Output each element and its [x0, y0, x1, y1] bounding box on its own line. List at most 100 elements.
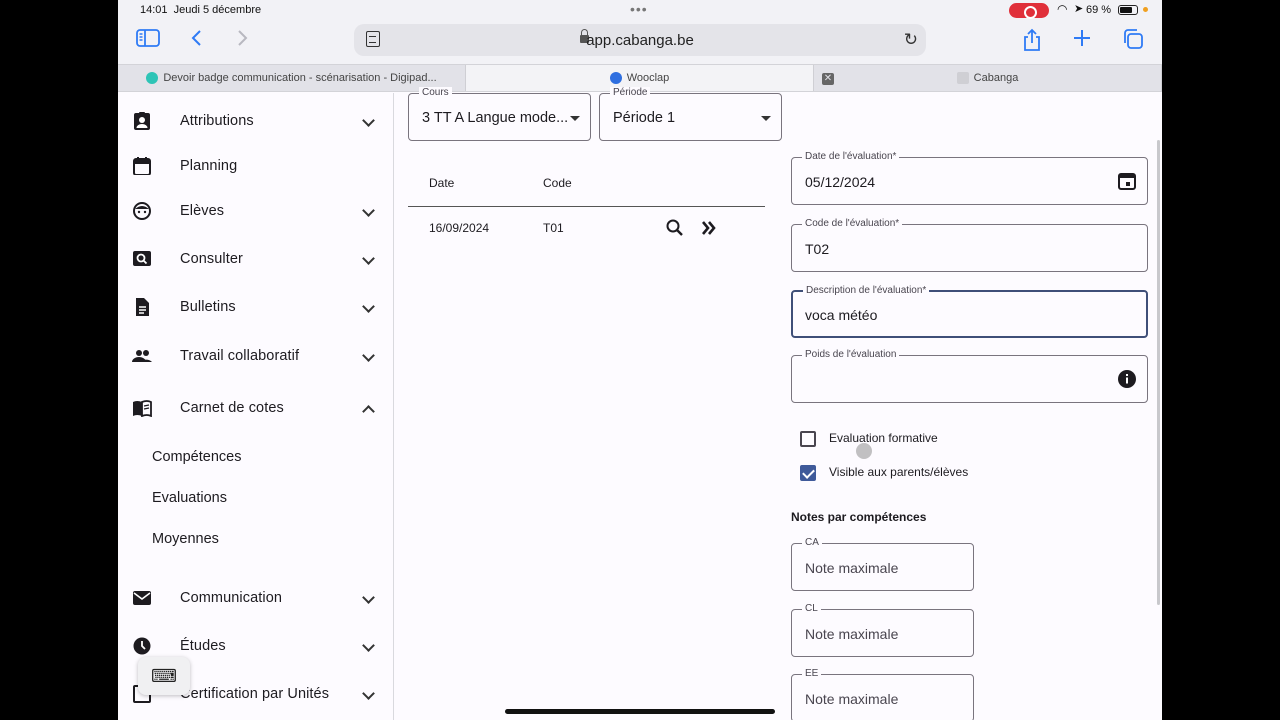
tab-label: Devoir badge communication - scénarisati… [163, 72, 437, 84]
url-text: app.cabanga.be [586, 32, 694, 49]
search-icon[interactable] [664, 217, 686, 239]
dropdown-arrow-icon [761, 116, 771, 121]
chevron-down-icon [362, 639, 375, 652]
home-indicator[interactable] [505, 709, 775, 714]
course-select[interactable]: Cours 3 TT A Langue mode... [408, 87, 591, 141]
course-select-label: Cours [419, 87, 452, 98]
formative-checkbox[interactable] [800, 431, 816, 447]
chevron-down-icon [362, 204, 375, 217]
sidebar-item-carnet-de-cotes[interactable]: Carnet de cotes [118, 388, 394, 428]
chevron-down-icon [362, 300, 375, 313]
keyboard-icon[interactable]: ⌨ [138, 657, 190, 695]
sidebar-item-label: Bulletins [180, 299, 236, 315]
double-chevron-right-icon[interactable] [698, 217, 720, 239]
sidebar-item-label: Planning [180, 158, 238, 174]
sidebar-item-bulletins[interactable]: Bulletins [118, 287, 394, 327]
column-header-date[interactable]: Date [429, 176, 454, 190]
visible-checkbox-label[interactable]: Visible aux parents/élèves [829, 465, 968, 479]
digipad-favicon-icon [146, 72, 159, 84]
multitasking-dots-icon[interactable]: ••• [630, 1, 648, 17]
share-icon[interactable] [1018, 28, 1046, 54]
row-date: 16/09/2024 [429, 221, 490, 235]
battery-icon [1118, 5, 1138, 15]
sidebar-subitem-moyennes[interactable]: Moyennes [152, 531, 219, 547]
document-icon [136, 298, 149, 316]
sidebar-subitem-competences[interactable]: Compétences [152, 449, 241, 465]
sidebar-item-label: Études [180, 638, 226, 654]
info-icon[interactable] [1117, 369, 1137, 389]
evaluation-description-value: voca météo [805, 307, 878, 323]
battery-percentage: 69 % [1086, 4, 1112, 16]
ipad-screen: 14:01 Jeudi 5 décembre ••• ◠ ➤ 69 % app.… [118, 0, 1162, 720]
address-bar[interactable]: app.cabanga.be ↻ [354, 24, 926, 56]
main-content: Cours 3 TT A Langue mode... Période Péri… [395, 87, 1162, 720]
reload-icon[interactable]: ↻ [904, 30, 918, 50]
sidebar-item-label: Travail collaboratif [180, 348, 300, 364]
browser-tab-cabanga[interactable]: ✕ Cabanga [814, 65, 1162, 91]
sidebar-subitem-evaluations[interactable]: Evaluations [152, 490, 227, 506]
tabs-overview-icon[interactable] [1119, 28, 1147, 54]
screen-recording-icon [1009, 3, 1049, 19]
status-date: Jeudi 5 décembre [173, 4, 262, 16]
calendar-icon[interactable] [1117, 171, 1137, 191]
sidebar: Attributions Planning Elèves Consulter B… [118, 93, 394, 720]
evaluation-weight-field[interactable]: Poids de l'évaluation [791, 349, 1148, 403]
competences-section-title: Notes par compétences [791, 510, 927, 524]
status-time: 14:01 Jeudi 5 décembre [140, 4, 262, 16]
evaluation-weight-label: Poids de l'évaluation [802, 349, 900, 360]
screen-search-icon [133, 251, 151, 266]
period-select-value: Période 1 [613, 110, 676, 126]
close-tab-icon[interactable]: ✕ [822, 73, 834, 85]
sidebar-toggle-icon[interactable] [134, 28, 162, 54]
back-icon[interactable] [183, 28, 211, 54]
calendar-icon [133, 157, 151, 175]
sidebar-item-label: Consulter [180, 251, 243, 267]
competence-label: CL [802, 603, 821, 614]
sidebar-item-attributions[interactable]: Attributions [118, 101, 394, 141]
sidebar-item-eleves[interactable]: Elèves [118, 191, 394, 231]
competence-placeholder: Note maximale [805, 626, 899, 642]
competence-ee-field[interactable]: EE Note maximale [791, 668, 974, 720]
chevron-down-icon [362, 252, 375, 265]
evaluation-code-field[interactable]: Code de l'évaluation* T02 [791, 218, 1148, 272]
chevron-down-icon [362, 687, 375, 700]
formative-checkbox-label[interactable]: Evaluation formative [829, 431, 938, 445]
evaluation-description-field[interactable]: Description de l'évaluation* voca météo [791, 285, 1148, 338]
forward-icon[interactable] [228, 28, 256, 54]
browser-tab-digipad[interactable]: Devoir badge communication - scénarisati… [118, 65, 466, 91]
evaluation-description-label: Description de l'évaluation* [803, 285, 930, 296]
sidebar-item-communication[interactable]: Communication [118, 578, 394, 618]
evaluations-table-header: Date Code [408, 173, 765, 207]
new-tab-icon[interactable] [1068, 28, 1096, 54]
clipboard-account-icon [134, 112, 150, 130]
chevron-up-icon [362, 405, 375, 418]
competence-placeholder: Note maximale [805, 691, 899, 707]
sidebar-item-label: Attributions [180, 113, 254, 129]
wifi-icon: ◠ [1057, 2, 1068, 16]
evaluation-date-field[interactable]: Date de l'évaluation* 05/12/2024 [791, 151, 1148, 205]
sidebar-item-travail-collaboratif[interactable]: Travail collaboratif [118, 336, 394, 376]
sidebar-item-label: Carnet de cotes [180, 400, 284, 416]
table-row[interactable]: 16/09/2024 T01 [408, 207, 765, 249]
competence-cl-field[interactable]: CL Note maximale [791, 603, 974, 657]
evaluation-date-value: 05/12/2024 [805, 174, 876, 190]
sidebar-item-consulter[interactable]: Consulter [118, 239, 394, 279]
tab-label: Wooclap [626, 72, 670, 84]
cabanga-favicon-icon [956, 72, 969, 84]
evaluation-code-value: T02 [805, 241, 830, 257]
sidebar-item-planning[interactable]: Planning [118, 146, 394, 186]
page-scrollbar[interactable] [1157, 140, 1160, 605]
wooclap-favicon-icon [609, 72, 622, 84]
course-select-value: 3 TT A Langue mode... [422, 110, 567, 126]
dropdown-arrow-icon [570, 116, 580, 121]
competence-ca-field[interactable]: CA Note maximale [791, 537, 974, 591]
visible-checkbox[interactable] [800, 465, 816, 481]
competence-placeholder: Note maximale [805, 560, 899, 576]
column-header-code[interactable]: Code [543, 176, 572, 190]
status-bar: 14:01 Jeudi 5 décembre ••• ◠ ➤ 69 % [118, 0, 1162, 20]
row-code: T01 [543, 221, 564, 235]
mail-icon [133, 591, 151, 605]
open-book-icon [133, 400, 152, 417]
battery-indicator-dot [1143, 7, 1148, 12]
period-select[interactable]: Période Période 1 [599, 87, 782, 141]
